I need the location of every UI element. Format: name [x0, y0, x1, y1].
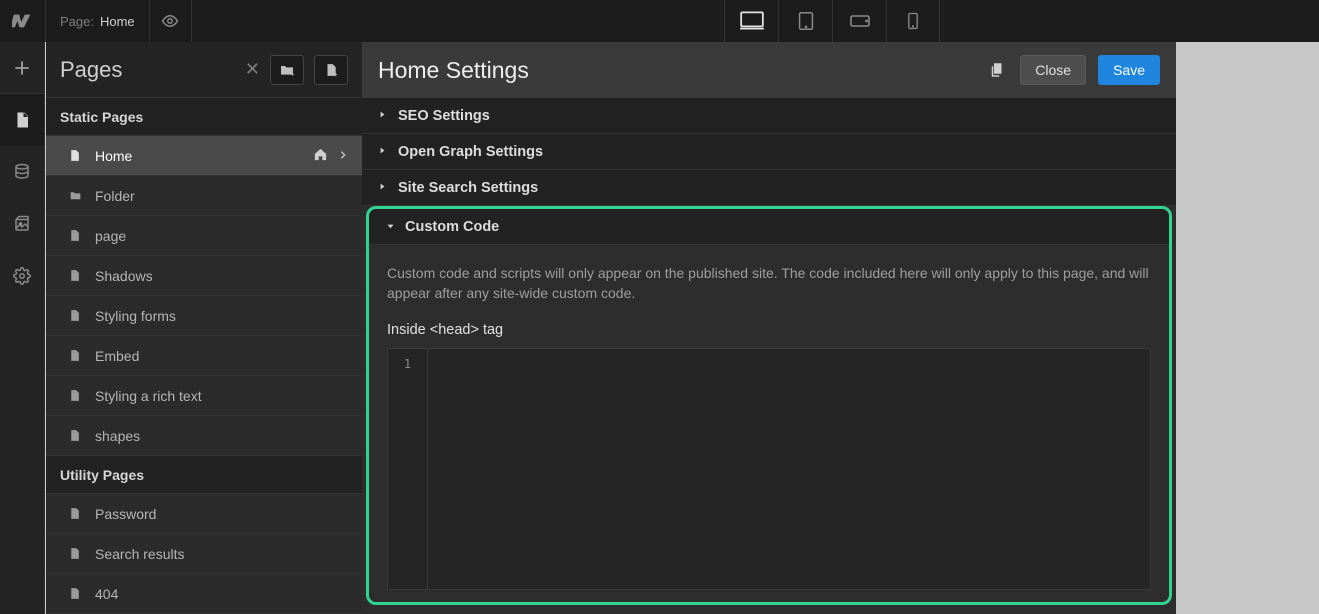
- preview-button[interactable]: [150, 0, 192, 42]
- page-indicator-value: Home: [100, 14, 135, 29]
- page-item-styling-forms[interactable]: Styling forms: [46, 296, 362, 336]
- device-phone-landscape-button[interactable]: [832, 0, 886, 42]
- custom-code-body: Custom code and scripts will only appear…: [369, 245, 1169, 602]
- page-item-shadows[interactable]: Shadows: [46, 256, 362, 296]
- custom-code-accordion[interactable]: Custom Code: [369, 209, 1169, 245]
- settings-header: Home Settings Close Save: [362, 42, 1176, 98]
- site-search-settings-accordion[interactable]: Site Search Settings: [362, 170, 1176, 206]
- page-item-label: page: [95, 228, 348, 244]
- settings-tab-button[interactable]: [0, 250, 44, 302]
- canvas-background: [1176, 42, 1319, 614]
- webflow-logo[interactable]: [0, 0, 45, 42]
- page-item-label: Embed: [95, 348, 348, 364]
- accordion-label: Custom Code: [405, 219, 499, 235]
- page-icon: [68, 546, 83, 561]
- chevron-right-icon: [338, 148, 348, 164]
- caret-right-icon: [378, 144, 388, 160]
- duplicate-icon[interactable]: [986, 59, 1008, 81]
- close-button[interactable]: Close: [1020, 55, 1086, 85]
- page-icon: [68, 308, 83, 323]
- pages-panel-header: Pages ✕ + +: [46, 42, 362, 98]
- page-item-shapes[interactable]: shapes: [46, 416, 362, 456]
- folder-icon: [68, 189, 83, 202]
- page-item-404[interactable]: 404: [46, 574, 362, 614]
- assets-tab-button[interactable]: [0, 198, 44, 250]
- new-folder-button[interactable]: +: [270, 55, 304, 85]
- utility-pages-section-label: Utility Pages: [46, 456, 362, 494]
- page-item-embed[interactable]: Embed: [46, 336, 362, 376]
- page-item-label: Styling forms: [95, 308, 348, 324]
- head-code-editor[interactable]: 1: [387, 348, 1151, 590]
- device-desktop-button[interactable]: [724, 0, 778, 42]
- seo-settings-accordion[interactable]: SEO Settings: [362, 98, 1176, 134]
- custom-code-highlight: Custom Code Custom code and scripts will…: [366, 206, 1172, 605]
- page-icon: [68, 148, 83, 163]
- pages-panel-close-icon[interactable]: ✕: [241, 59, 260, 80]
- page-indicator[interactable]: Page: Home: [45, 0, 150, 42]
- pages-panel: Pages ✕ + + Static Pages Home Folder pag…: [46, 42, 362, 614]
- svg-text:+: +: [290, 69, 294, 77]
- page-item-page[interactable]: page: [46, 216, 362, 256]
- close-button-label: Close: [1035, 62, 1071, 78]
- cms-tab-button[interactable]: [0, 146, 44, 198]
- page-item-password[interactable]: Password: [46, 494, 362, 534]
- page-item-label: Styling a rich text: [95, 388, 348, 404]
- custom-code-description: Custom code and scripts will only appear…: [387, 263, 1151, 304]
- caret-right-icon: [378, 180, 388, 196]
- caret-down-icon: [385, 219, 395, 235]
- open-graph-settings-accordion[interactable]: Open Graph Settings: [362, 134, 1176, 170]
- page-item-label: shapes: [95, 428, 348, 444]
- page-item-styling-rich-text[interactable]: Styling a rich text: [46, 376, 362, 416]
- page-item-label: Password: [95, 506, 348, 522]
- page-item-label: Folder: [95, 188, 348, 204]
- add-element-button[interactable]: [0, 42, 44, 94]
- pages-panel-title: Pages: [60, 57, 231, 83]
- line-number: 1: [388, 357, 427, 371]
- device-tablet-button[interactable]: [778, 0, 832, 42]
- accordion-label: Open Graph Settings: [398, 144, 543, 160]
- new-page-button[interactable]: +: [314, 55, 348, 85]
- code-editor-gutter: 1: [388, 349, 428, 589]
- page-item-label: Search results: [95, 546, 348, 562]
- page-item-label: Home: [95, 148, 301, 164]
- topbar: Page: Home: [0, 0, 1319, 42]
- device-breakpoint-group: [724, 0, 940, 42]
- page-icon: [68, 586, 83, 601]
- settings-title: Home Settings: [378, 57, 974, 84]
- left-rail: [0, 42, 45, 614]
- code-editor-textarea[interactable]: [428, 349, 1150, 589]
- page-settings-panel: Home Settings Close Save SEO Settings Op…: [362, 42, 1176, 614]
- page-item-folder[interactable]: Folder: [46, 176, 362, 216]
- accordion-label: SEO Settings: [398, 108, 490, 124]
- page-icon: [68, 506, 83, 521]
- page-item-label: 404: [95, 586, 348, 602]
- page-icon: [68, 268, 83, 283]
- caret-right-icon: [378, 108, 388, 124]
- save-button-label: Save: [1113, 62, 1145, 78]
- page-item-home[interactable]: Home: [46, 136, 362, 176]
- page-icon: [68, 388, 83, 403]
- page-indicator-label: Page:: [60, 14, 94, 29]
- device-phone-portrait-button[interactable]: [886, 0, 940, 42]
- svg-text:+: +: [334, 72, 338, 78]
- home-icon: [313, 147, 328, 165]
- page-icon: [68, 428, 83, 443]
- accordion-label: Site Search Settings: [398, 180, 538, 196]
- head-code-label: Inside <head> tag: [387, 322, 1151, 338]
- static-pages-section-label: Static Pages: [46, 98, 362, 136]
- page-icon: [68, 348, 83, 363]
- save-button[interactable]: Save: [1098, 55, 1160, 85]
- page-icon: [68, 228, 83, 243]
- pages-tab-button[interactable]: [0, 94, 44, 146]
- page-item-label: Shadows: [95, 268, 348, 284]
- page-item-search-results[interactable]: Search results: [46, 534, 362, 574]
